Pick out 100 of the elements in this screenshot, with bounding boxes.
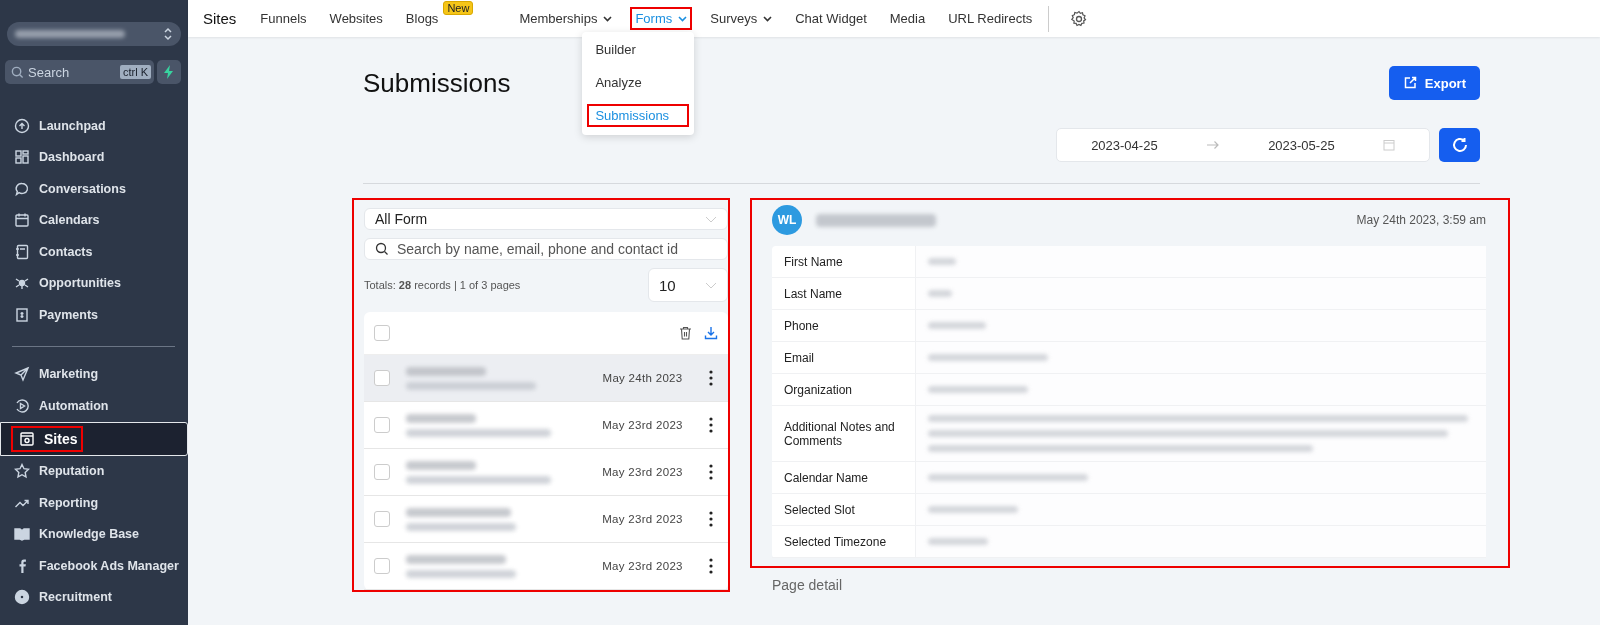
nav-tab[interactable]: Funnels [255, 7, 312, 30]
nav-tab[interactable]: Blogs [400, 7, 444, 30]
page-title: Submissions [363, 67, 511, 99]
lightning-icon [163, 65, 175, 79]
sidebar-item[interactable]: Contacts [0, 236, 188, 268]
sidebar-item[interactable]: Sites [0, 421, 188, 456]
menu-item[interactable]: Submissions [587, 104, 690, 127]
calendar-icon [1382, 139, 1395, 151]
nav-icon [14, 180, 30, 197]
search-field[interactable]: Search by name, email, phone and contact id [364, 238, 728, 260]
more-options-icon[interactable] [709, 370, 713, 386]
trash-icon[interactable] [679, 326, 692, 340]
nav-tab[interactable]: Chat Widget [790, 7, 872, 30]
nav-icon [14, 463, 30, 480]
export-icon [1402, 76, 1417, 90]
nav-tab[interactable]: Surveys [705, 7, 778, 30]
submission-timestamp: May 24th 2023, 3:59 am [1356, 213, 1486, 227]
sidebar-item[interactable]: Conversations [0, 173, 188, 205]
sidebar-item[interactable]: Automation [0, 390, 188, 422]
nav-icon [14, 212, 30, 229]
submission-date: May 23rd 2023 [601, 560, 684, 572]
sidebar-item[interactable]: Recruitment [0, 581, 188, 613]
redacted-text [928, 290, 952, 297]
account-switcher[interactable] [7, 22, 181, 46]
page-size-select[interactable]: 10 [648, 268, 728, 302]
totals-text: Totals: 28 records | 1 of 3 pages [364, 279, 521, 291]
nav-icon [14, 243, 30, 260]
quick-action-button[interactable] [157, 60, 181, 84]
new-badge: New [443, 1, 474, 15]
refresh-icon [1450, 136, 1469, 154]
more-options-icon[interactable] [709, 464, 713, 480]
nav-icon [14, 117, 30, 134]
nav-tab[interactable]: Websites [324, 7, 388, 30]
submission-row[interactable]: May 23rd 2023 [364, 449, 728, 496]
avatar: WL [772, 205, 802, 235]
submission-date: May 23rd 2023 [601, 513, 684, 525]
checkbox[interactable] [374, 511, 390, 527]
menu-item[interactable]: Analyze [587, 71, 690, 94]
end-date: 2023-05-25 [1268, 137, 1335, 153]
sidebar-item[interactable]: Calendars [0, 204, 188, 236]
nav-icon [14, 589, 30, 606]
search-placeholder: Search [28, 64, 71, 80]
submission-row[interactable]: May 23rd 2023 [364, 543, 728, 590]
checkbox[interactable] [374, 464, 390, 480]
nav-icon [14, 275, 30, 292]
arrow-right-icon [1205, 140, 1220, 150]
sidebar-item[interactable]: Dashboard [0, 141, 188, 173]
sidebar-item[interactable]: Opportunities [0, 267, 188, 299]
checkbox[interactable] [374, 417, 390, 433]
form-select[interactable]: All Form [364, 208, 728, 230]
checkbox[interactable] [374, 370, 390, 386]
nav-tab[interactable]: Media [884, 7, 931, 30]
checkbox[interactable] [374, 558, 390, 574]
nav-icon [19, 430, 35, 447]
sidebar-item[interactable]: Reporting [0, 487, 188, 519]
settings-icon[interactable] [1070, 9, 1089, 28]
export-button[interactable]: Export [1388, 66, 1480, 100]
nav-icon [14, 366, 30, 383]
nav-icon [14, 149, 30, 166]
nav-icon [14, 306, 30, 323]
chevron-down-icon [603, 15, 613, 22]
sidebar-item[interactable]: Marketing [0, 358, 188, 390]
redacted-text [406, 460, 476, 470]
start-date: 2023-04-25 [1091, 137, 1158, 153]
submission-row[interactable]: May 23rd 2023 [364, 402, 728, 449]
date-range-picker[interactable]: 2023-04-25 2023-05-25 [1056, 128, 1430, 162]
redacted-text [928, 538, 988, 545]
sidebar-item[interactable]: Launchpad [0, 110, 188, 142]
nav-icon [14, 397, 30, 414]
redacted-text [406, 413, 476, 423]
sidebar-item[interactable]: Reputation [0, 455, 188, 487]
redacted-text [928, 322, 986, 329]
more-options-icon[interactable] [709, 511, 713, 527]
more-options-icon[interactable] [709, 417, 713, 433]
section-title: Sites [203, 10, 237, 27]
chevron-down-icon [705, 215, 717, 223]
shortcut-hint: ctrl K [119, 65, 151, 79]
submission-date: May 23rd 2023 [601, 419, 684, 431]
nav-icon [14, 526, 30, 543]
nav-tab[interactable]: URL Redirects [943, 7, 1038, 30]
download-icon[interactable] [704, 326, 718, 340]
nav-tab[interactable]: Memberships [514, 7, 618, 30]
submission-date: May 24th 2023 [601, 372, 684, 384]
search-icon [11, 65, 24, 79]
chevron-down-icon [763, 15, 773, 22]
chevron-up-down-icon [163, 27, 173, 41]
sidebar-item[interactable]: Facebook Ads Manager [0, 550, 188, 582]
search-icon [375, 242, 389, 256]
sidebar-item[interactable]: Knowledge Base [0, 518, 188, 550]
submission-row[interactable]: May 23rd 2023 [364, 496, 728, 543]
checkbox[interactable] [374, 325, 390, 341]
sidebar-item[interactable]: Payments [0, 299, 188, 331]
submission-row[interactable]: May 24th 2023 [364, 355, 728, 402]
chevron-down-icon [678, 15, 688, 22]
refresh-button[interactable] [1439, 128, 1480, 162]
more-options-icon[interactable] [709, 558, 713, 574]
search-field[interactable]: Search ctrl K [5, 60, 154, 84]
chevron-down-icon [705, 281, 717, 289]
submission-date: May 23rd 2023 [601, 466, 684, 478]
menu-item[interactable]: Builder [587, 38, 690, 61]
